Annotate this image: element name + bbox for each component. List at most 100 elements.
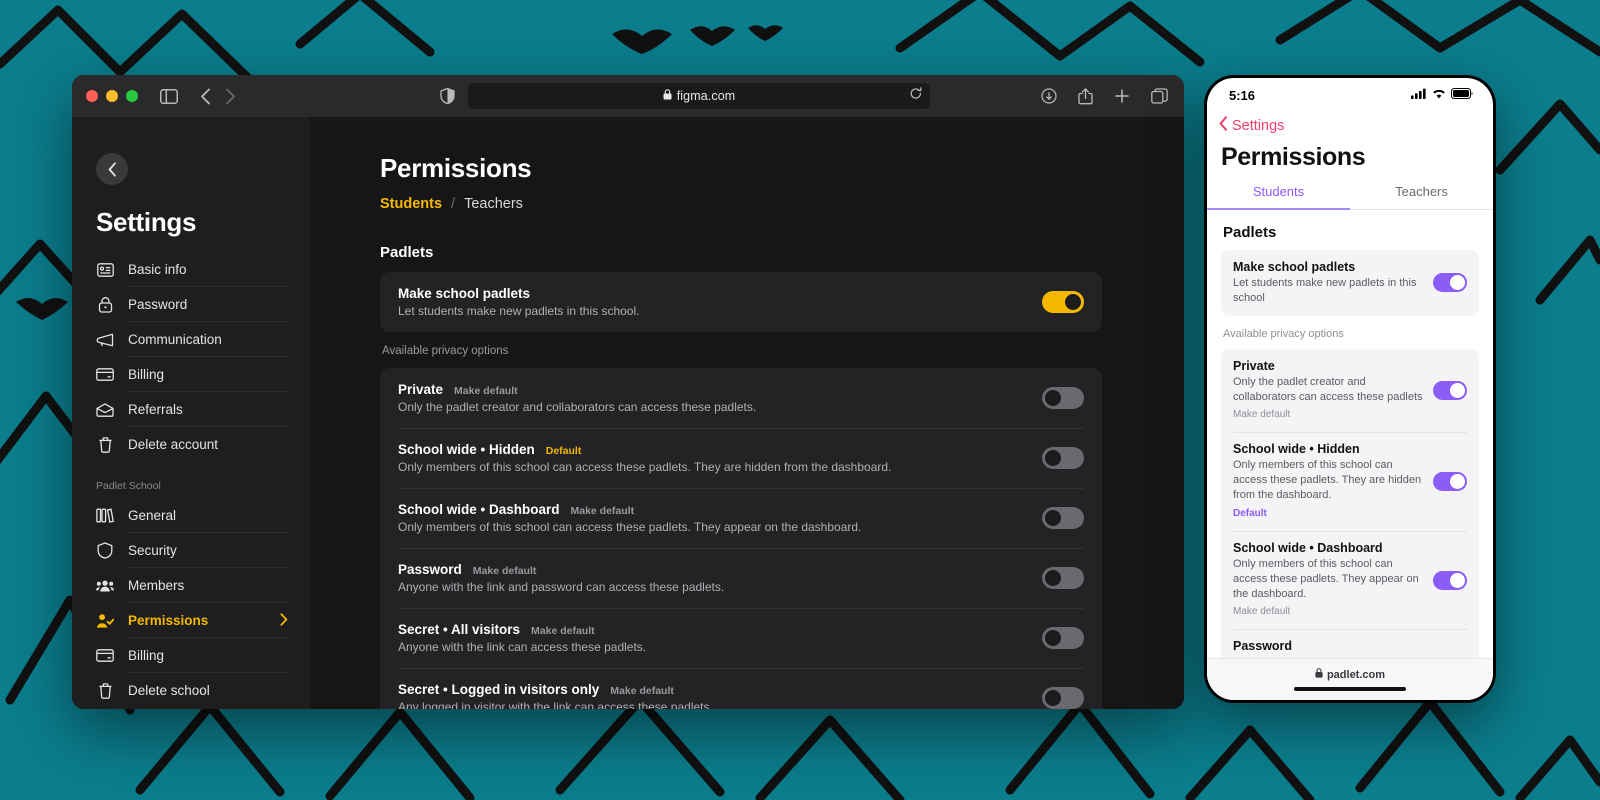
- toggle-knob: [1045, 630, 1061, 646]
- available-privacy-options-label: Available privacy options: [382, 345, 1102, 357]
- browser-nav-arrows[interactable]: [200, 88, 236, 105]
- make-school-padlets-card: Make school padlets Let students make ne…: [380, 272, 1102, 332]
- phone-mockup: 5:16 Settings Permissions: [1204, 75, 1496, 703]
- row-badge[interactable]: Make default: [531, 625, 595, 637]
- new-tab-icon[interactable]: [1114, 88, 1130, 104]
- row-description: Let students make new padlets in this sc…: [398, 304, 1020, 318]
- permissions-title: Permissions: [380, 153, 1102, 184]
- setting-row-school-wide-dashboard[interactable]: School wide • Dashboard Make default Onl…: [380, 488, 1102, 548]
- phone-body: Settings Permissions Students Teachers P…: [1207, 112, 1493, 700]
- sidebar-item-label: Password: [128, 297, 288, 312]
- phone-tabs: Students Teachers: [1207, 184, 1493, 210]
- sidebar-item-communication[interactable]: Communication: [96, 322, 288, 357]
- sidebar-item-label: Communication: [128, 332, 288, 347]
- toggle-school-wide-dashboard[interactable]: [1042, 507, 1084, 529]
- sidebar-item-referrals[interactable]: Referrals: [96, 392, 288, 427]
- sidebar-item-password[interactable]: Password: [96, 287, 288, 322]
- setting-row-private[interactable]: Private Make default Only the padlet cre…: [380, 368, 1102, 428]
- phone-row-text: Private Only the padlet creator and coll…: [1233, 359, 1433, 423]
- tabs-icon[interactable]: [1151, 88, 1168, 104]
- row-text: Password Make default Anyone with the li…: [398, 562, 1042, 594]
- row-badge-default: Default: [546, 445, 582, 457]
- phone-row-title: School wide • Dashboard: [1233, 541, 1423, 555]
- row-text: School wide • Dashboard Make default Onl…: [398, 502, 1042, 534]
- downloads-icon[interactable]: [1041, 88, 1057, 104]
- sidebar-item-security[interactable]: Security: [96, 533, 288, 568]
- sidebar-item-school-billing[interactable]: Billing: [96, 638, 288, 673]
- browser-toolbar: figma.com: [72, 75, 1184, 117]
- setting-row-secret-all-visitors[interactable]: Secret • All visitors Make default Anyon…: [380, 608, 1102, 668]
- setting-row-secret-logged-in-visitors[interactable]: Secret • Logged in visitors only Make de…: [380, 668, 1102, 709]
- row-badge[interactable]: Make default: [610, 685, 674, 697]
- toggle-make-school-padlets[interactable]: [1042, 291, 1084, 313]
- phone-back-link[interactable]: Settings: [1207, 112, 1493, 135]
- app-content: Settings Basic info Password: [72, 117, 1184, 709]
- row-badge[interactable]: Make default: [473, 565, 537, 577]
- sidebar-item-members[interactable]: Members: [96, 568, 288, 603]
- sidebar-item-delete-account[interactable]: Delete account: [96, 427, 288, 462]
- window-traffic-lights[interactable]: [86, 90, 138, 102]
- breadcrumb: Students / Teachers: [380, 196, 1102, 212]
- sidebar-item-billing[interactable]: Billing: [96, 357, 288, 392]
- url-text: figma.com: [677, 89, 736, 103]
- phone-setting-row-school-wide-hidden[interactable]: School wide • Hidden Only members of thi…: [1221, 432, 1479, 531]
- toggle-password[interactable]: [1042, 567, 1084, 589]
- reload-icon[interactable]: [910, 87, 922, 105]
- setting-row-make-school-padlets[interactable]: Make school padlets Let students make ne…: [380, 272, 1102, 332]
- phone-row-badge[interactable]: Make default: [1233, 606, 1290, 617]
- phone-setting-row-school-wide-dashboard[interactable]: School wide • Dashboard Only members of …: [1221, 531, 1479, 630]
- phone-url-bar[interactable]: padlet.com: [1315, 668, 1385, 681]
- phone-toggle-school-wide-dashboard[interactable]: [1433, 571, 1467, 590]
- status-time: 5:16: [1229, 88, 1255, 103]
- phone-toggle-school-wide-hidden[interactable]: [1433, 472, 1467, 491]
- sidebar-item-label: Billing: [128, 648, 288, 663]
- row-badge[interactable]: Make default: [454, 385, 518, 397]
- phone-row-badge-default: Default: [1233, 508, 1267, 519]
- row-title: Password: [398, 562, 462, 577]
- home-indicator: [1294, 687, 1406, 691]
- sidebar-item-basic-info[interactable]: Basic info: [96, 252, 288, 287]
- toggle-secret-logged-in-visitors[interactable]: [1042, 687, 1084, 709]
- toggle-knob: [1045, 690, 1061, 706]
- chevron-right-icon: [280, 613, 288, 629]
- chevron-left-icon: [1219, 116, 1228, 135]
- sidebar-item-permissions[interactable]: Permissions: [96, 603, 288, 638]
- zoom-window-button[interactable]: [126, 90, 138, 102]
- sidebar-toggle-icon[interactable]: [160, 89, 178, 104]
- tab-teachers[interactable]: Teachers: [464, 196, 523, 212]
- battery-icon: [1451, 86, 1473, 104]
- row-description: Only members of this school can access t…: [398, 460, 1020, 474]
- share-icon[interactable]: [1078, 88, 1093, 105]
- breadcrumb-separator: /: [451, 196, 455, 212]
- toggle-school-wide-hidden[interactable]: [1042, 447, 1084, 469]
- browser-toolbar-right: [1041, 88, 1168, 105]
- setting-row-password[interactable]: Password Make default Anyone with the li…: [380, 548, 1102, 608]
- setting-row-school-wide-hidden[interactable]: School wide • Hidden Default Only member…: [380, 428, 1102, 488]
- phone-toggle-private[interactable]: [1433, 381, 1467, 400]
- phone-tab-teachers[interactable]: Teachers: [1350, 184, 1493, 210]
- phone-setting-row-make-school-padlets[interactable]: Make school padlets Let students make ne…: [1221, 250, 1479, 316]
- close-window-button[interactable]: [86, 90, 98, 102]
- toggle-private[interactable]: [1042, 387, 1084, 409]
- row-description: Anyone with the link can access these pa…: [398, 640, 1020, 654]
- phone-available-privacy-options-label: Available privacy options: [1207, 316, 1493, 340]
- phone-setting-row-private[interactable]: Private Only the padlet creator and coll…: [1221, 349, 1479, 433]
- sidebar-item-general[interactable]: General: [96, 498, 288, 533]
- toggle-secret-all-visitors[interactable]: [1042, 627, 1084, 649]
- row-badge[interactable]: Make default: [571, 505, 635, 517]
- trash-icon: [96, 683, 114, 699]
- tab-students[interactable]: Students: [380, 196, 442, 212]
- phone-row-title: Password: [1233, 639, 1457, 653]
- back-icon[interactable]: [200, 88, 211, 105]
- shield-icon[interactable]: [440, 88, 455, 105]
- phone-toggle-make-school-padlets[interactable]: [1433, 273, 1467, 292]
- phone-row-badge[interactable]: Make default: [1233, 409, 1290, 420]
- row-text: Make school padlets Let students make ne…: [398, 286, 1042, 318]
- sidebar-back-button[interactable]: [96, 153, 128, 185]
- address-bar[interactable]: figma.com: [468, 83, 930, 109]
- phone-row-title: Make school padlets: [1233, 260, 1423, 274]
- minimize-window-button[interactable]: [106, 90, 118, 102]
- phone-tab-students[interactable]: Students: [1207, 184, 1350, 210]
- sidebar-item-delete-school[interactable]: Delete school: [96, 673, 288, 708]
- phone-row-description: Only members of this school can access t…: [1233, 557, 1423, 602]
